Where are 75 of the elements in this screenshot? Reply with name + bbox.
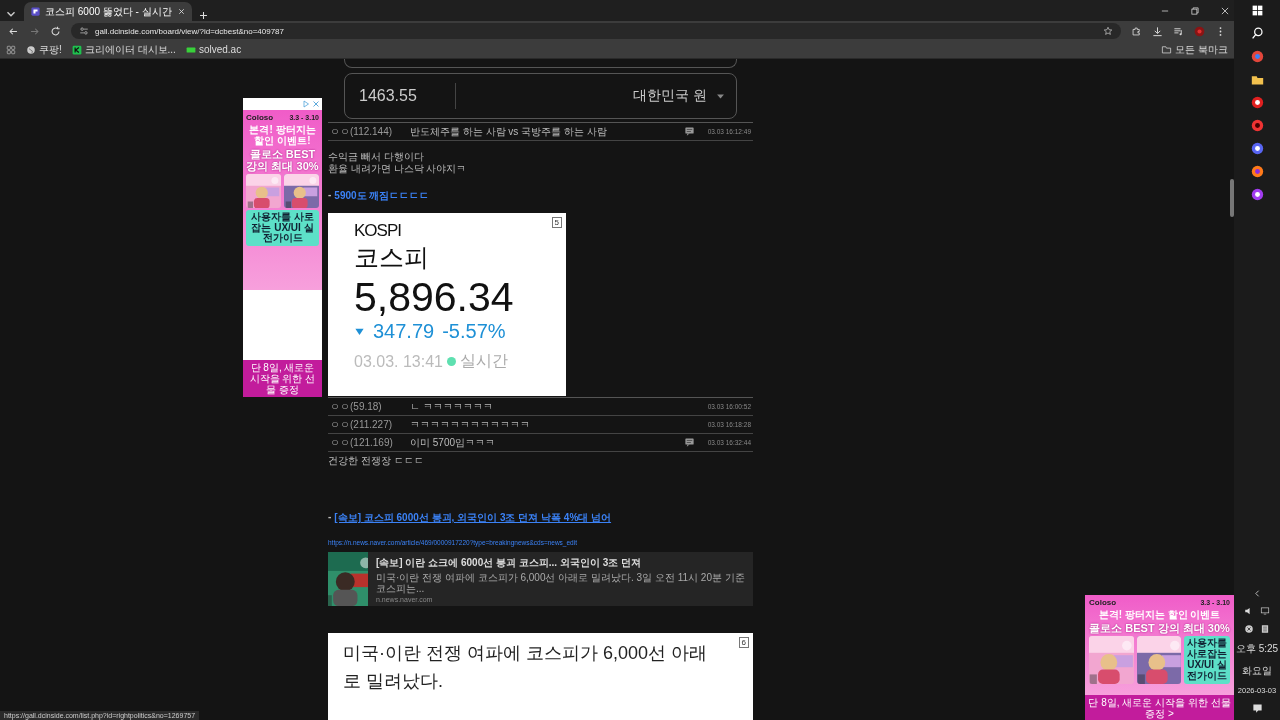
site-favicon-icon [30, 6, 41, 17]
change-percent: -5.57% [442, 320, 506, 343]
comment-text: ㄴ ㅋㅋㅋㅋㅋㅋㅋ [410, 399, 494, 414]
bookmark[interactable]: 크리에이터 대시보... [71, 42, 176, 57]
ad-footer: 단 8일, 새로운 시작을 위한 선물 증정 [243, 360, 322, 397]
network-icon[interactable] [1260, 606, 1270, 616]
search-icon[interactable] [1250, 27, 1264, 40]
live-label: 실시간 [459, 351, 508, 371]
ad-title: 콜로소 BEST 강의 최대 30% [1089, 622, 1230, 634]
folder-icon[interactable] [1250, 73, 1264, 86]
image-number: 5 [551, 217, 562, 228]
folder-icon [1161, 44, 1173, 55]
new-tab-icon[interactable] [198, 10, 209, 21]
clock-weekday[interactable]: 화요일 [1242, 664, 1272, 678]
site-info-icon[interactable] [79, 26, 89, 36]
image-number: 6 [738, 637, 749, 648]
article-text: 미국·이란 전쟁 여파에 코스피가 6,000선 아래로 밀려났다. [343, 642, 709, 693]
browser-tab[interactable]: 코스피 6000 뚫었다 - 실시간 [24, 2, 192, 21]
news-link[interactable]: [속보] 코스피 6000선 붕괴, 외국인이 3조 던져 낙폭 4%대 넘어 [334, 511, 612, 525]
bookmark[interactable]: 쿠팡! [26, 42, 62, 57]
star-icon[interactable] [1103, 26, 1113, 36]
forward-icon[interactable] [29, 25, 40, 37]
windows-icon[interactable] [1250, 4, 1264, 17]
profile-avatar-icon[interactable] [1194, 25, 1205, 37]
post-text: 환율 내려가면 나스닥 사야지ㅋ [328, 163, 468, 175]
index-value: 5,896.34 [354, 274, 514, 320]
image-attached-icon [684, 437, 695, 448]
change-value: 347.79 [373, 320, 435, 343]
post-text: 수익금 빼서 다행이다 [328, 151, 425, 163]
index-name-korean: 코스피 [354, 242, 429, 273]
dash-text: - [328, 511, 332, 524]
ad-footer: 단 8일, 새로운 시작을 위한 선물 증정 > [1085, 695, 1234, 720]
globe-icon [26, 44, 36, 55]
media-icon[interactable] [1173, 25, 1184, 37]
image-attached-icon [684, 126, 695, 137]
extensions-icon[interactable] [1131, 25, 1142, 37]
ad-title: 콜로소 BEST 강의 최대 30% [246, 148, 319, 172]
notification-icon[interactable] [1251, 703, 1263, 714]
live-dot [446, 357, 456, 366]
comment-text: 반도체주를 하는 사람 vs 국방주를 하는 사람 [410, 124, 608, 139]
download-icon[interactable] [1152, 25, 1163, 37]
comment-author: ㅇㅇ(59.18) [330, 399, 383, 414]
all-bookmarks[interactable]: 모든 북마크 [1161, 42, 1228, 57]
post-link[interactable]: 5900도 깨짐ㄷㄷㄷㄷ [334, 189, 430, 203]
address-bar[interactable]: gall.dcinside.com/board/view/?id=dcbest&no=409787 [71, 23, 1121, 39]
scrollbar[interactable] [1230, 179, 1234, 217]
chevron-icon[interactable] [1252, 589, 1262, 598]
ad-brand: Coloso [246, 113, 274, 122]
post-text: 건강한 전쟁장 ㄷㄷㄷ [328, 455, 425, 467]
dash-text: - [328, 189, 332, 202]
k-logo-icon [71, 44, 82, 55]
ad-headline: 본격! 팡터지는 할인 이벤트 [1097, 609, 1222, 620]
bookmark[interactable]: solved.ac [185, 44, 242, 55]
comment-text: ㅋㅋㅋㅋㅋㅋㅋㅋㅋㅋㅋㅋ [410, 417, 531, 432]
preview-snippet: 미국·이란 전쟁 여파에 코스피가 6,000선 아래로 밀려났다. 3일 오전 11시 20분 기준 코스피는... [376, 572, 745, 594]
ad-promo-text: 사용자를 사로잡는 UX/UI 실전가이드 [246, 210, 319, 246]
comment-text: 이미 5700임ㅋㅋㅋ [410, 435, 497, 450]
clock-time[interactable]: 오후 5:25 [1235, 642, 1279, 656]
restore-icon[interactable] [1190, 5, 1200, 16]
currency-field[interactable]: 1463.55 대한민국 원 [344, 73, 737, 119]
index-name: KOSPI [354, 221, 401, 241]
back-icon[interactable] [8, 25, 19, 37]
down-triangle-icon [354, 326, 365, 337]
ad-promo-text: 사용자를 사로잡는 UX/UI 실전가이드 [1184, 636, 1230, 684]
ad-brand: Coloso [1089, 598, 1117, 607]
ad-headline: 본격! 팡터지는 할인 이벤트! [248, 124, 317, 146]
reload-icon[interactable] [50, 25, 61, 37]
apps-grid-icon[interactable] [6, 44, 16, 55]
timestamp: 03.03. 13:41 [354, 352, 443, 371]
comment-author: ㅇㅇ(211.227) [330, 417, 394, 432]
comment-author: ㅇㅇ(112.144) [330, 124, 394, 139]
converter-box[interactable] [344, 59, 737, 68]
preview-title: [속보] 이란 쇼크에 6000선 붕괴 코스피... 외국인이 3조 던져 [376, 556, 643, 570]
close-circle-icon[interactable] [1244, 624, 1254, 634]
comment-author: ㅇㅇ(121.169) [330, 435, 394, 450]
